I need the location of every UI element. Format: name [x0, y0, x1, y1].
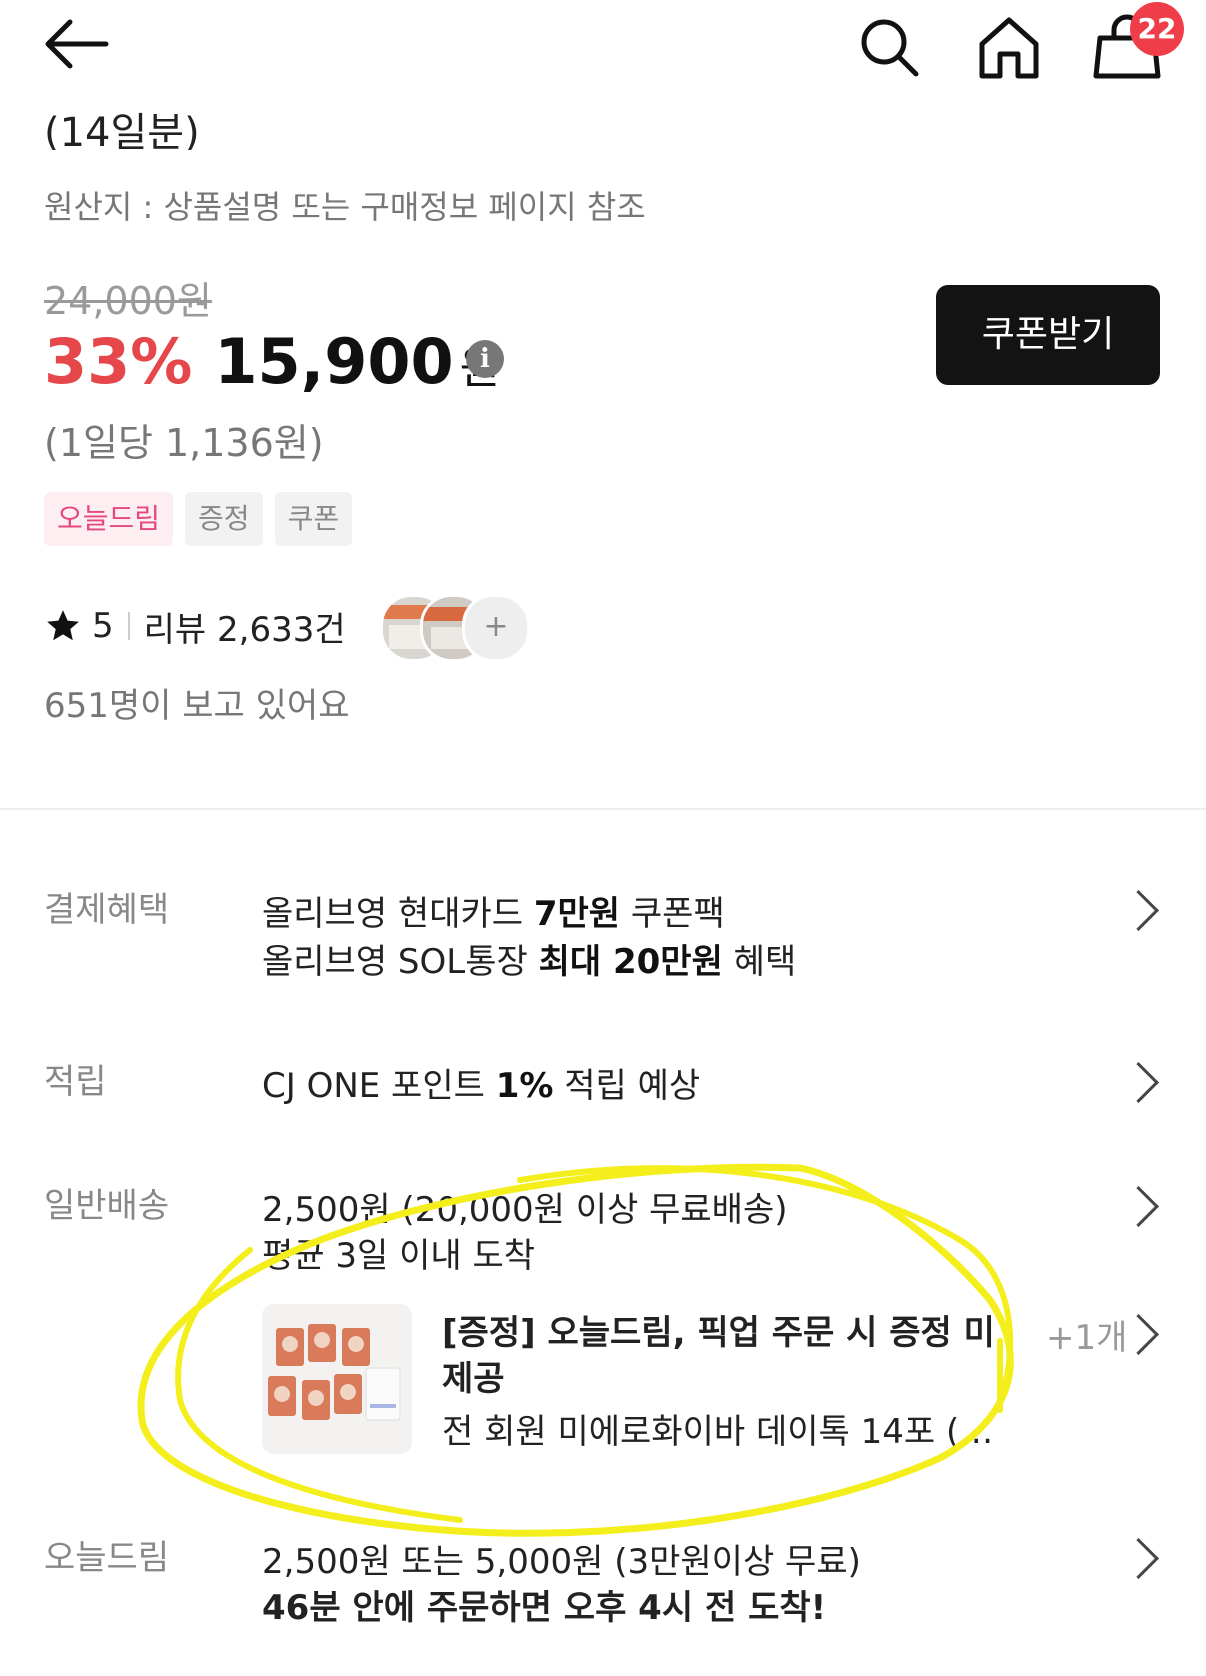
today-delivery-chevron-icon[interactable]: [1117, 1537, 1160, 1580]
tag-today-delivery: 오늘드림: [44, 492, 174, 546]
shipping-fee: 2,500원 (20,000원 이상 무료배송): [262, 1190, 788, 1230]
home-icon[interactable]: [974, 12, 1044, 82]
today-delivery-deadline: 46분 안에 주문하면 오후 4시 전 도착!: [262, 1588, 827, 1628]
tag-list: 오늘드림 증정 쿠폰: [44, 492, 353, 546]
divider: [127, 612, 130, 640]
sale-price: 15,900: [214, 325, 454, 398]
highlight: 7만원: [533, 894, 621, 934]
highlight: 최대 20만원: [538, 942, 723, 982]
review-photo-avatars[interactable]: +: [380, 594, 530, 662]
points-line[interactable]: CJ ONE 포인트 1% 적립 예상: [262, 1058, 700, 1107]
viewer-count: 651명이 보고 있어요: [44, 686, 350, 726]
points-chevron-icon[interactable]: [1117, 1061, 1160, 1104]
original-price: 24,000원: [44, 279, 212, 323]
tag-gift: 증정: [185, 492, 263, 546]
shipping-eta: 평균 3일 이내 도착: [262, 1236, 536, 1276]
gift-more-count[interactable]: +1개: [1046, 1310, 1127, 1359]
payment-benefit-line-2[interactable]: 올리브영 SOL통장 최대 20만원 혜택: [262, 934, 796, 983]
search-icon[interactable]: [856, 14, 926, 84]
text: CJ ONE 포인트: [262, 1066, 496, 1106]
shipping-chevron-icon[interactable]: [1117, 1185, 1160, 1228]
more-photos-button[interactable]: +: [462, 594, 530, 662]
get-coupon-button[interactable]: 쿠폰받기: [936, 285, 1160, 385]
points-label: 적립: [44, 1062, 107, 1102]
tag-coupon: 쿠폰: [274, 492, 353, 546]
rating-value: 5: [92, 606, 114, 646]
payment-benefit-chevron-icon[interactable]: [1117, 889, 1160, 932]
info-icon[interactable]: i: [466, 340, 504, 378]
payment-benefit-label: 결제혜택: [44, 890, 170, 930]
gift-title[interactable]: [증정] 오늘드림, 픽업 주문 시 증정 미제공: [442, 1310, 1010, 1402]
star-icon: [44, 607, 82, 645]
rating-row[interactable]: 5 리뷰 2,633건: [44, 600, 346, 652]
gift-thumbnail[interactable]: [262, 1304, 412, 1454]
highlight: 1%: [495, 1066, 554, 1106]
cart-count-badge: 22: [1130, 2, 1184, 56]
back-arrow-icon[interactable]: [40, 14, 110, 74]
price-row: 33% 15,900 원: [44, 325, 500, 398]
today-delivery-fee: 2,500원 또는 5,000원 (3만원이상 무료): [262, 1542, 861, 1582]
discount-rate: 33%: [44, 325, 193, 398]
origin-info: 원산지 : 상품설명 또는 구매정보 페이지 참조: [44, 188, 646, 226]
text: 혜택: [722, 942, 797, 982]
review-count: 리뷰 2,633건: [143, 609, 346, 650]
text: 쿠폰팩: [620, 894, 725, 934]
price-per-day: (1일당 1,136원): [44, 421, 324, 465]
gift-subtitle: 전 회원 미에로화이바 데이톡 14포 (1...: [442, 1412, 1007, 1452]
text: 올리브영 SOL통장: [262, 942, 539, 982]
payment-benefit-line-1[interactable]: 올리브영 현대카드 7만원 쿠폰팩: [262, 886, 725, 935]
today-delivery-label: 오늘드림: [44, 1538, 170, 1578]
text: 올리브영 현대카드: [262, 894, 534, 934]
shipping-label: 일반배송: [44, 1186, 170, 1226]
top-bar: 22: [0, 0, 1206, 110]
text: 적립 예상: [553, 1066, 701, 1106]
section-divider: [0, 808, 1206, 810]
